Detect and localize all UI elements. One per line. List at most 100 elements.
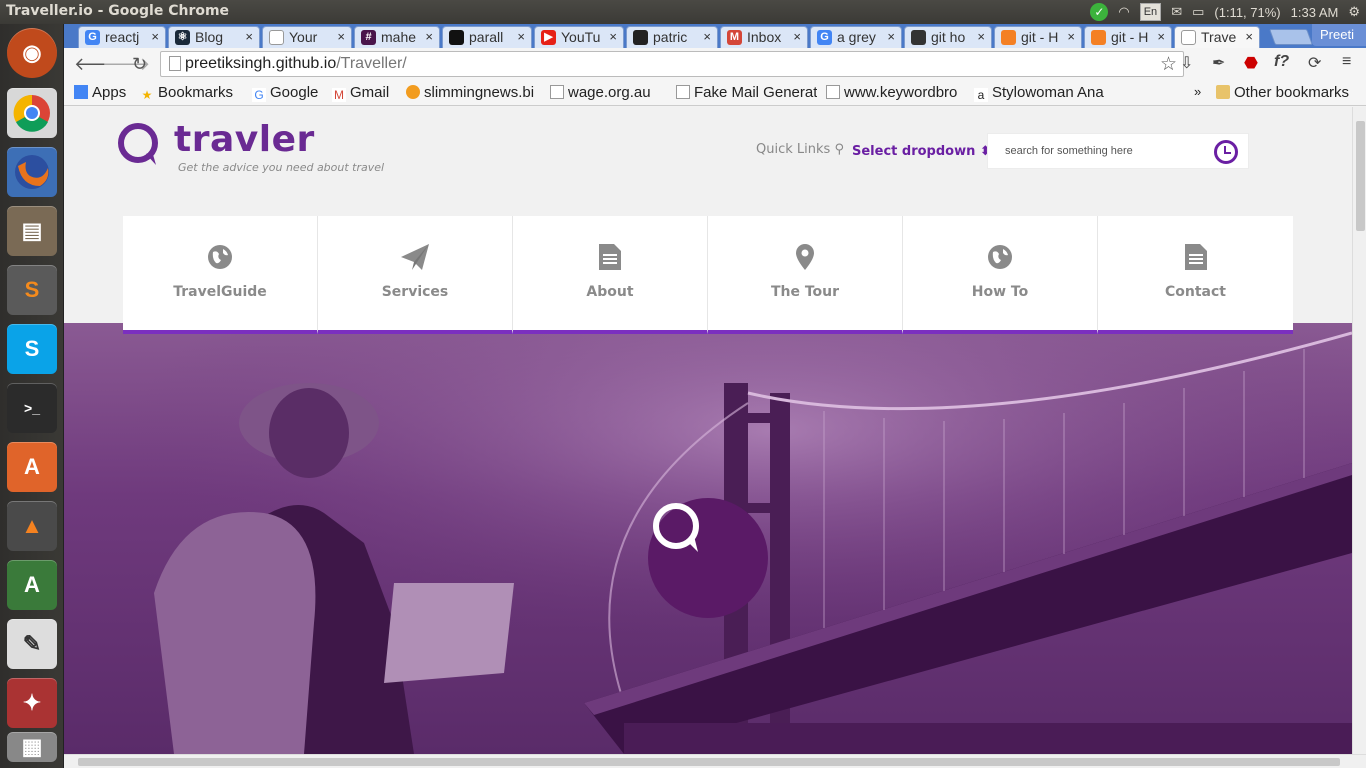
vertical-scrollbar[interactable]: [1352, 107, 1366, 754]
horizontal-scrollbar[interactable]: [64, 754, 1366, 768]
tab-favicon-icon: [449, 30, 464, 45]
tab-close-icon[interactable]: ×: [609, 29, 617, 44]
bookmark-item[interactable]: slimmingnews.bi: [406, 84, 534, 101]
sublime-launcher-icon[interactable]: S: [7, 265, 57, 315]
files-launcher-icon[interactable]: ▤: [7, 206, 57, 256]
amazon-icon: a: [974, 88, 988, 102]
browser-tab[interactable]: Your ×: [262, 26, 352, 48]
bookmark-label: Fake Mail Generat: [694, 84, 818, 101]
update-manager-launcher-icon[interactable]: A: [7, 560, 57, 610]
mail-icon[interactable]: ✉: [1171, 4, 1182, 20]
browser-tab[interactable]: parall ×: [442, 26, 532, 48]
chrome-launcher-icon[interactable]: [7, 88, 57, 138]
tab-close-icon[interactable]: ×: [793, 29, 801, 44]
nav-item-the-tour[interactable]: The Tour: [708, 216, 903, 334]
bookmark-item[interactable]: M Gmail: [332, 84, 389, 102]
browser-tab[interactable]: git - H ×: [994, 26, 1082, 48]
font-finder-extension-icon[interactable]: f?: [1274, 53, 1289, 71]
clock[interactable]: 1:33 AM: [1291, 5, 1339, 20]
search-clock-icon[interactable]: [1214, 140, 1238, 164]
address-bar[interactable]: preetiksingh.github.io/Traveller/ ☆: [160, 51, 1184, 77]
tab-favicon-icon: [269, 30, 284, 45]
bookmark-item[interactable]: G Google: [252, 84, 318, 102]
tab-close-icon[interactable]: ×: [151, 29, 159, 44]
ubuntu-dash-icon[interactable]: ◉: [7, 28, 57, 78]
tab-close-icon[interactable]: ×: [425, 29, 433, 44]
tab-close-icon[interactable]: ×: [703, 29, 711, 44]
browser-tab[interactable]: ▶ YouTu ×: [534, 26, 624, 48]
bookmarks-overflow-chevron[interactable]: »: [1194, 84, 1201, 99]
browser-tab[interactable]: Trave ×: [1174, 26, 1260, 48]
bookmark-star-icon[interactable]: ☆: [1160, 53, 1177, 76]
menu-icon[interactable]: ≡: [1342, 53, 1351, 71]
tab-favicon-icon: G: [85, 30, 100, 45]
trash-launcher-icon[interactable]: ▦: [7, 732, 57, 762]
bookmark-item[interactable]: wage.org.au: [550, 84, 651, 101]
new-tab-button[interactable]: [1269, 29, 1313, 45]
browser-tab[interactable]: M Inbox ×: [720, 26, 808, 48]
nav-item-contact[interactable]: Contact: [1098, 216, 1293, 334]
tab-close-icon[interactable]: ×: [337, 29, 345, 44]
browser-tab[interactable]: Ga grey ×: [810, 26, 902, 48]
skype-launcher-icon[interactable]: S: [7, 324, 57, 374]
browser-tab[interactable]: patric ×: [626, 26, 718, 48]
tab-close-icon[interactable]: ×: [517, 29, 525, 44]
tab-close-icon[interactable]: ×: [245, 29, 253, 44]
travler-logo-icon[interactable]: [116, 121, 164, 169]
other-bookmarks[interactable]: Other bookmarks: [1216, 84, 1349, 101]
bookmark-item[interactable]: www.keywordbro: [826, 84, 957, 101]
update-check-icon[interactable]: ✓: [1090, 3, 1109, 21]
main-nav: TravelGuide Services About The Tour How To Co…: [123, 216, 1293, 334]
map-pin-icon: [708, 242, 902, 272]
eyedropper-extension-icon[interactable]: ✒: [1212, 53, 1225, 73]
browser-tab[interactable]: # mahe ×: [354, 26, 440, 48]
tab-label: Inbox: [747, 29, 782, 45]
keyboard-layout-indicator[interactable]: En: [1139, 3, 1162, 21]
hero-chat-logo-icon[interactable]: [648, 498, 768, 618]
software-center-launcher-icon[interactable]: A: [7, 442, 57, 492]
tab-close-icon[interactable]: ×: [1245, 29, 1253, 44]
tab-close-icon[interactable]: ×: [977, 29, 985, 44]
bookmark-item[interactable]: Apps: [74, 84, 126, 101]
vlc-launcher-icon[interactable]: ▲: [7, 501, 57, 551]
bookmark-item[interactable]: Fake Mail Generat: [676, 84, 817, 101]
site-brand[interactable]: travler: [174, 119, 315, 160]
tab-close-icon[interactable]: ×: [1067, 29, 1075, 44]
unity-launcher: ◉ ▤ S S >_ A ▲ A ✎ ✦ ▦: [0, 24, 64, 768]
url-text[interactable]: preetiksingh.github.io/Traveller/: [185, 55, 407, 73]
select-dropdown[interactable]: Select dropdown ⬍: [852, 144, 991, 159]
nav-item-label: TravelGuide: [173, 284, 267, 300]
adblock-extension-icon[interactable]: ⬣: [1244, 53, 1258, 73]
bookmark-item[interactable]: ★ Bookmarks: [140, 84, 233, 102]
quick-links[interactable]: Quick Links ⚲: [756, 142, 844, 157]
browser-tab[interactable]: ⚛ Blog ×: [168, 26, 260, 48]
nav-item-services[interactable]: Services: [318, 216, 513, 334]
terminal-launcher-icon[interactable]: >_: [7, 383, 57, 433]
nav-item-travelguide[interactable]: TravelGuide: [123, 216, 318, 334]
download-extension-icon[interactable]: ⇩: [1180, 53, 1193, 73]
browser-tab[interactable]: git - H ×: [1084, 26, 1172, 48]
nav-item-how-to[interactable]: How To: [903, 216, 1098, 334]
tab-favicon-icon: ▶: [541, 30, 556, 45]
tab-close-icon[interactable]: ×: [1157, 29, 1165, 44]
wifi-icon[interactable]: ◠: [1118, 4, 1129, 20]
nav-item-about[interactable]: About: [513, 216, 708, 334]
document-icon: [1098, 242, 1293, 272]
settings-gear-icon[interactable]: ⚙: [1348, 4, 1360, 20]
reload-icon[interactable]: ↻: [132, 54, 147, 75]
app-launcher-icon[interactable]: ✦: [7, 678, 57, 728]
battery-icon[interactable]: ▭: [1192, 4, 1204, 20]
browser-tab[interactable]: git ho ×: [904, 26, 992, 48]
horizontal-scroll-thumb[interactable]: [78, 758, 1340, 766]
bookmark-item[interactable]: a Stylowoman Ana: [974, 84, 1104, 102]
text-editor-launcher-icon[interactable]: ✎: [7, 619, 57, 669]
firefox-launcher-icon[interactable]: [7, 147, 57, 197]
sync-extension-icon[interactable]: ⟳: [1308, 53, 1321, 73]
profile-button[interactable]: Preeti: [1312, 24, 1366, 46]
search-input[interactable]: [988, 134, 1208, 168]
battery-status[interactable]: (1:11, 71%): [1214, 5, 1280, 20]
browser-tab[interactable]: Greactj ×: [78, 26, 166, 48]
vertical-scroll-thumb[interactable]: [1356, 121, 1365, 231]
tab-strip: Preeti Greactj × ⚛ Blog × Your × # mahe × parall × ▶…: [64, 24, 1366, 48]
tab-close-icon[interactable]: ×: [887, 29, 895, 44]
